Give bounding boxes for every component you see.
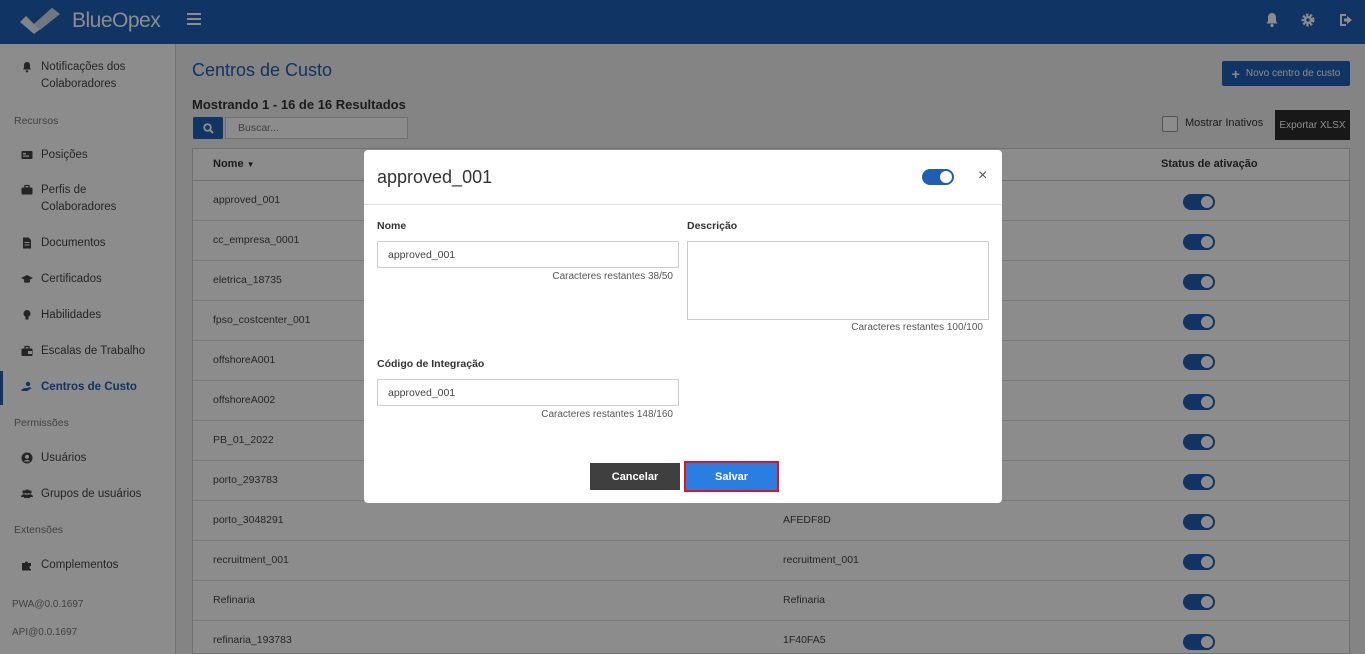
modal-divider (364, 204, 1002, 205)
integration-code-chars-remaining: Caracteres restantes 148/160 (541, 409, 673, 420)
save-button[interactable]: Salvar (684, 461, 779, 492)
cancel-button[interactable]: Cancelar (590, 463, 680, 490)
name-chars-remaining: Caracteres restantes 38/50 (552, 271, 673, 282)
active-toggle[interactable] (922, 169, 954, 185)
name-field[interactable] (377, 241, 679, 268)
edit-cost-center-modal: approved_001 × Nome Caracteres restantes… (364, 150, 1002, 503)
description-field[interactable] (687, 241, 989, 320)
description-label: Descrição (687, 220, 738, 232)
integration-code-label: Código de Integração (377, 358, 485, 370)
close-icon[interactable]: × (978, 167, 987, 185)
name-label: Nome (377, 220, 407, 232)
integration-code-field[interactable] (377, 379, 679, 406)
modal-title: approved_001 (377, 167, 493, 187)
description-chars-remaining: Caracteres restantes 100/100 (851, 322, 983, 333)
